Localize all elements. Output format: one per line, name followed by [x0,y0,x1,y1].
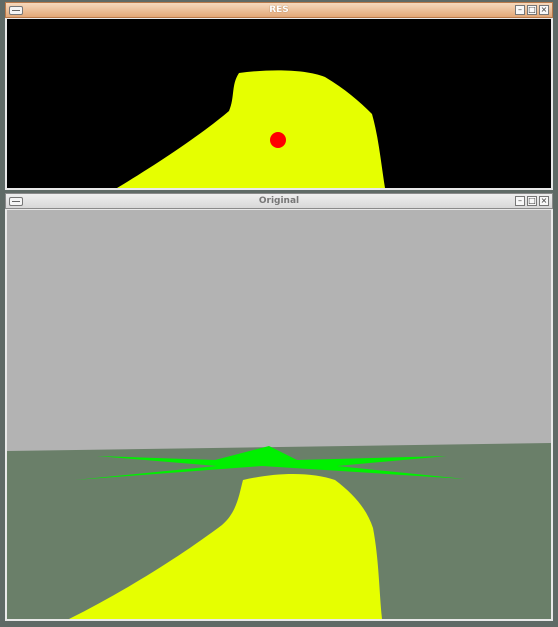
original-image-view [7,210,551,619]
close-icon[interactable]: × [539,5,549,15]
original-window: Original – □ × [5,193,553,621]
maximize-icon[interactable]: □ [527,5,537,15]
res-titlebar[interactable]: RES – □ × [5,2,553,18]
maximize-icon[interactable]: □ [527,196,537,206]
window-title: Original [258,196,300,206]
minimize-icon[interactable]: – [515,196,525,206]
res-window: RES – □ × [5,2,553,190]
minimize-icon[interactable]: – [515,5,525,15]
close-icon[interactable]: × [539,196,549,206]
red-centroid-marker [270,132,286,148]
res-image-view [7,19,551,188]
window-title: RES [269,5,289,15]
original-titlebar[interactable]: Original – □ × [5,193,553,209]
